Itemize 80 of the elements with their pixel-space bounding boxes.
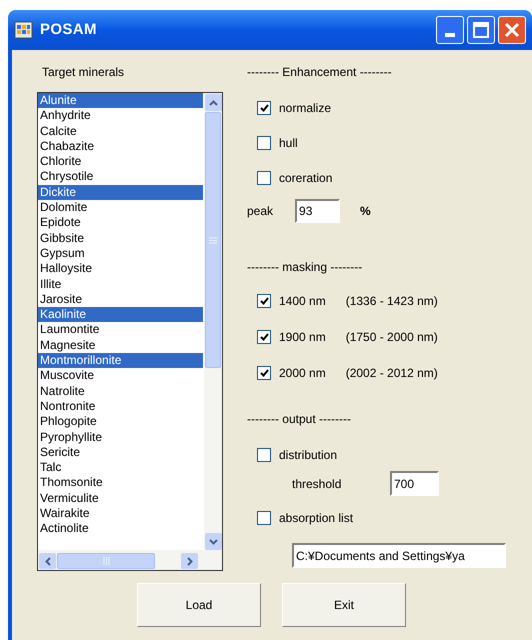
scroll-thumb[interactable] bbox=[205, 112, 221, 368]
list-item[interactable]: Dolomite bbox=[38, 200, 203, 216]
list-item[interactable]: Epidote bbox=[38, 215, 203, 231]
threshold-label: threshold bbox=[292, 476, 342, 492]
list-item[interactable]: Chabazite bbox=[38, 138, 203, 154]
list-item[interactable]: Calcite bbox=[38, 124, 203, 139]
list-item[interactable]: Wairakite bbox=[38, 506, 203, 522]
check-icon bbox=[260, 297, 268, 305]
scroll-left-button[interactable] bbox=[39, 553, 56, 569]
checkbox-label: 1400 nm bbox=[279, 293, 326, 310]
checkbox[interactable] bbox=[257, 330, 271, 344]
list-item[interactable]: Natrolite bbox=[38, 384, 203, 399]
grip-icon bbox=[102, 557, 110, 565]
list-item[interactable]: Halloysite bbox=[38, 261, 203, 277]
checkbox-label: distribution bbox=[279, 447, 338, 464]
checkbox[interactable] bbox=[257, 136, 271, 150]
list-item[interactable]: Talc bbox=[38, 460, 203, 476]
list-item[interactable]: Montmorillonite bbox=[38, 353, 203, 368]
list-item[interactable]: Laumontite bbox=[38, 322, 203, 338]
scroll-down-button[interactable] bbox=[204, 533, 222, 550]
list-item[interactable]: Jarosite bbox=[38, 292, 203, 308]
percent-label: % bbox=[360, 203, 371, 220]
list-item[interactable]: Thomsonite bbox=[38, 475, 203, 491]
checkbox[interactable] bbox=[257, 366, 271, 380]
list-item[interactable]: Anhydrite bbox=[38, 108, 203, 124]
checkbox[interactable] bbox=[257, 448, 271, 462]
grip-icon bbox=[209, 236, 217, 244]
section-heading: -------- output -------- bbox=[247, 412, 352, 426]
window-title: POSAM bbox=[40, 20, 97, 40]
checkbox[interactable] bbox=[257, 171, 271, 185]
maximize-button[interactable] bbox=[467, 16, 495, 44]
range-label: (1750 - 2000 nm) bbox=[346, 329, 438, 346]
section-heading: -------- Enhancement -------- bbox=[247, 65, 393, 79]
minimize-icon bbox=[445, 33, 455, 37]
list-item[interactable]: Nontronite bbox=[38, 398, 203, 414]
checkbox-label: 1900 nm bbox=[279, 329, 326, 346]
checkbox-label: 2000 nm bbox=[279, 365, 326, 382]
list-item[interactable]: Vermiculite bbox=[38, 490, 203, 506]
action-button[interactable]: Load bbox=[137, 583, 261, 627]
peak-label: peak bbox=[247, 203, 274, 220]
list-item[interactable]: Phlogopite bbox=[38, 414, 203, 430]
list-item[interactable]: Magnesite bbox=[38, 338, 203, 354]
list-item[interactable]: Illite bbox=[38, 276, 203, 292]
scroll-thumb[interactable] bbox=[57, 553, 155, 569]
close-icon bbox=[504, 22, 520, 38]
list-item[interactable]: Chlorite bbox=[38, 154, 203, 170]
check-icon bbox=[260, 104, 268, 112]
list-item[interactable]: Actinolite bbox=[38, 521, 203, 537]
list-item[interactable]: Kaolinite bbox=[38, 307, 203, 322]
list-item[interactable]: Gibbsite bbox=[38, 230, 203, 246]
scroll-up-button[interactable] bbox=[204, 94, 222, 111]
check-icon bbox=[260, 333, 268, 341]
path-field[interactable]: C:¥Documents and Settings¥ya bbox=[292, 543, 506, 568]
threshold-field[interactable]: 700 bbox=[390, 471, 439, 496]
checkbox[interactable] bbox=[257, 511, 271, 525]
list-item[interactable]: Gypsum bbox=[38, 246, 203, 262]
list-item[interactable]: Alunite bbox=[38, 93, 203, 108]
list-item[interactable]: Dickite bbox=[38, 184, 203, 200]
section-heading: -------- masking -------- bbox=[247, 260, 364, 274]
list-item[interactable]: Sericite bbox=[38, 444, 203, 460]
list-item[interactable]: Pyrophyllite bbox=[38, 430, 203, 445]
list-item[interactable]: Chrysotile bbox=[38, 169, 203, 185]
minimize-button[interactable] bbox=[436, 16, 464, 44]
scroll-right-button[interactable] bbox=[181, 553, 198, 569]
list-item[interactable]: Muscovite bbox=[38, 368, 203, 384]
checkbox-label: normalize bbox=[279, 100, 332, 117]
range-label: (1336 - 1423 nm) bbox=[346, 293, 438, 310]
action-button[interactable]: Exit bbox=[282, 583, 406, 627]
list-label: Target minerals bbox=[42, 65, 126, 79]
checkbox-label: coreration bbox=[279, 170, 332, 187]
peak-field[interactable]: 93 bbox=[295, 199, 340, 223]
range-label: (2002 - 2012 nm) bbox=[346, 365, 438, 382]
checkbox[interactable] bbox=[257, 294, 271, 308]
checkbox[interactable] bbox=[257, 101, 271, 115]
checkbox-label: hull bbox=[279, 135, 298, 152]
close-button[interactable] bbox=[498, 16, 526, 44]
checkbox-label: absorption list bbox=[279, 510, 354, 527]
maximize-icon bbox=[473, 22, 489, 38]
check-icon bbox=[260, 369, 268, 377]
app-icon bbox=[14, 20, 34, 40]
